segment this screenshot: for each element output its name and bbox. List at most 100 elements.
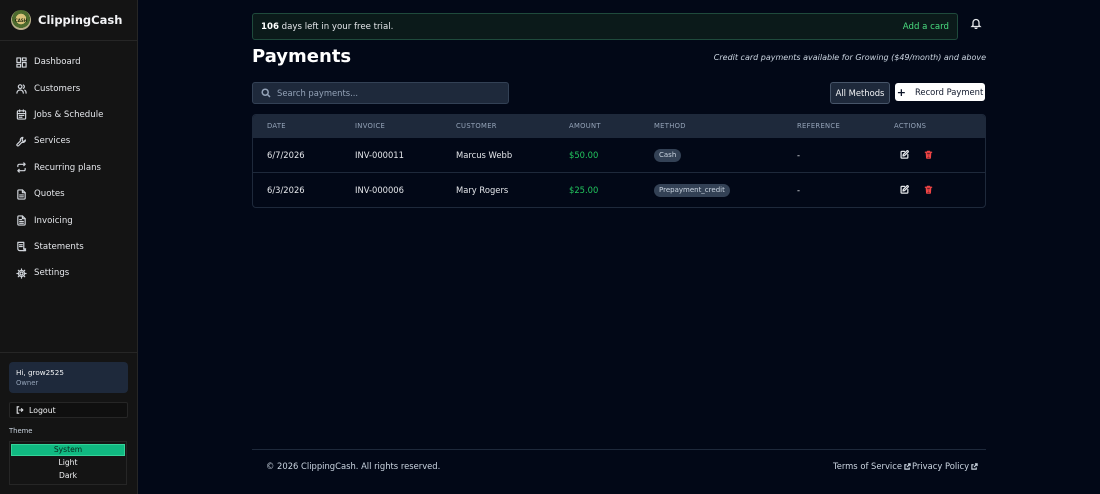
table-row[interactable]: 6/3/2026 INV-000006 Mary Rogers $25.00 P…	[253, 173, 985, 207]
sidebar-item-label: Statements	[34, 241, 84, 252]
search-input[interactable]	[277, 88, 497, 98]
column-actions: ACTIONS	[894, 122, 927, 130]
cell-invoice[interactable]: INV-000011	[355, 138, 404, 173]
logout-label: Logout	[29, 405, 56, 415]
table-header: DATE INVOICE CUSTOMER AMOUNT METHOD REFE…	[253, 115, 985, 138]
add-card-link[interactable]: Add a card	[903, 22, 949, 32]
search-icon	[261, 88, 271, 98]
user-role: Owner	[16, 379, 39, 387]
statement-icon	[17, 242, 27, 252]
cell-reference: -	[797, 185, 801, 195]
column-invoice[interactable]: INVOICE	[355, 115, 385, 138]
sidebar-item-recurring-plans[interactable]: Recurring plans	[0, 155, 137, 181]
sidebar-item-label: Dashboard	[34, 57, 81, 68]
edit-button[interactable]	[900, 150, 910, 160]
column-amount[interactable]: AMOUNT	[569, 115, 601, 138]
sidebar-item-jobs-schedule[interactable]: Jobs & Schedule	[0, 102, 137, 128]
column-reference[interactable]: REFERENCE	[797, 115, 840, 138]
cell-amount: $25.00	[569, 185, 599, 195]
invoice-icon	[17, 215, 26, 226]
logout-button[interactable]: Logout	[9, 402, 128, 418]
sidebar-item-label: Services	[34, 136, 71, 147]
trial-banner: 106 days left in your free trial. Add a …	[252, 13, 958, 40]
gear-icon	[16, 268, 27, 279]
calendar-icon	[16, 109, 27, 121]
privacy-label: Privacy Policy	[912, 461, 970, 471]
column-date[interactable]: DATE	[267, 115, 286, 138]
user-greeting: Hi, grow2525	[16, 368, 64, 377]
privacy-link[interactable]: Privacy Policy	[912, 461, 978, 471]
trial-message: days left in your free trial.	[278, 21, 394, 32]
sidebar-item-label: Customers	[34, 83, 81, 94]
plan-note: Credit card payments available for Growi…	[713, 53, 986, 62]
method-badge: Cash	[654, 149, 682, 162]
sidebar-item-label: Jobs & Schedule	[34, 109, 104, 120]
sidebar-item-label: Recurring plans	[34, 162, 102, 173]
theme-selector: System Light Dark	[9, 441, 127, 485]
wrench-icon	[16, 136, 27, 147]
sidebar-item-quotes[interactable]: Quotes	[0, 181, 137, 207]
terms-link[interactable]: Terms of Service	[833, 461, 911, 471]
terms-label: Terms of Service	[833, 461, 903, 471]
record-payment-label: Record Payment	[914, 87, 984, 97]
cell-date: 6/7/2026	[267, 150, 305, 160]
user-card[interactable]: Hi, grow2525 Owner	[9, 362, 128, 393]
brand-name: ClippingCash	[38, 13, 123, 27]
sidebar-item-invoicing[interactable]: Invoicing	[0, 207, 137, 233]
payments-table: DATE INVOICE CUSTOMER AMOUNT METHOD REFE…	[252, 114, 986, 208]
sidebar-nav: Dashboard Customers Jobs & Schedule Serv…	[0, 49, 137, 287]
page-title: Payments	[252, 46, 352, 67]
notifications-button[interactable]	[970, 17, 982, 30]
theme-option-system[interactable]: System	[11, 444, 125, 456]
edit-button[interactable]	[900, 185, 910, 195]
edit-icon	[900, 150, 909, 159]
cell-amount: $50.00	[569, 150, 599, 160]
theme-label: Theme	[9, 427, 33, 435]
method-badge: Prepayment_credit	[654, 184, 730, 197]
cell-date: 6/3/2026	[267, 185, 305, 195]
sidebar-item-label: Settings	[34, 268, 70, 279]
sidebar-item-services[interactable]: Services	[0, 128, 137, 154]
record-payment-button[interactable]: + Record Payment	[895, 83, 985, 101]
external-link-icon	[971, 462, 978, 470]
external-link-icon	[904, 462, 911, 470]
document-icon	[17, 188, 26, 200]
cell-customer: Marcus Webb	[456, 150, 513, 160]
cell-customer: Mary Rogers	[456, 185, 509, 195]
copyright: © 2026 ClippingCash. All rights reserved…	[266, 461, 441, 471]
delete-button[interactable]	[924, 185, 934, 195]
repeat-icon	[17, 162, 26, 173]
sidebar-item-customers[interactable]: Customers	[0, 75, 137, 101]
bell-icon	[970, 18, 982, 30]
brand[interactable]: CASH ClippingCash	[0, 0, 137, 41]
brand-logo-text: CASH	[14, 17, 28, 23]
trash-icon	[924, 185, 933, 194]
search-box	[252, 82, 509, 104]
sidebar-item-statements[interactable]: Statements	[0, 234, 137, 260]
sidebar-item-settings[interactable]: Settings	[0, 260, 137, 286]
sidebar-item-label: Invoicing	[34, 215, 73, 226]
logout-icon	[16, 406, 24, 414]
trash-icon	[924, 150, 933, 159]
page-footer: © 2026 ClippingCash. All rights reserved…	[252, 449, 986, 483]
users-icon	[16, 84, 27, 94]
dashboard-icon	[16, 57, 27, 68]
theme-option-light[interactable]: Light	[11, 457, 125, 469]
main-content: 106 days left in your free trial. Add a …	[252, 0, 986, 494]
plus-icon: +	[896, 85, 906, 99]
sidebar-footer: Hi, grow2525 Owner Logout Theme System L…	[0, 352, 137, 485]
sidebar-item-label: Quotes	[34, 189, 65, 200]
sidebar: CASH ClippingCash Dashboard Customers Jo…	[0, 0, 138, 494]
delete-button[interactable]	[924, 150, 934, 160]
sidebar-item-dashboard[interactable]: Dashboard	[0, 49, 137, 75]
edit-icon	[900, 185, 909, 194]
trial-text: 106 days left in your free trial.	[261, 22, 393, 32]
brand-logo: CASH	[11, 10, 31, 30]
column-customer[interactable]: CUSTOMER	[456, 115, 497, 138]
table-row[interactable]: 6/7/2026 INV-000011 Marcus Webb $50.00 C…	[253, 138, 985, 173]
theme-option-dark[interactable]: Dark	[11, 470, 125, 482]
column-method[interactable]: METHOD	[654, 115, 686, 138]
method-filter-select[interactable]: All Methods	[830, 82, 890, 104]
cell-invoice[interactable]: INV-000006	[355, 173, 404, 207]
cell-reference: -	[797, 150, 801, 160]
